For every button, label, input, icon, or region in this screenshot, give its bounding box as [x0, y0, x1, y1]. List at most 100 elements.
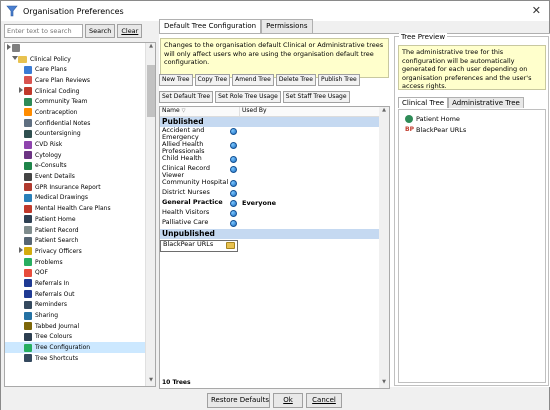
tree-item-label: Tree Shortcuts: [35, 354, 79, 362]
tree-item-patient-search[interactable]: Patient Search: [5, 235, 155, 246]
tree-item-label: Privacy Officers: [35, 247, 82, 255]
expand-icon[interactable]: [17, 247, 24, 255]
tree-item-label: Community Team: [35, 98, 88, 106]
journal-icon: [24, 322, 32, 331]
column-header-name[interactable]: Name ▽: [160, 107, 240, 116]
column-header-used-by[interactable]: Used By: [240, 107, 267, 116]
tree-item-confidential-notes[interactable]: Confidential Notes: [5, 118, 155, 129]
used-by: Everyone: [242, 199, 277, 207]
tree-scroll-thumb[interactable]: [147, 65, 155, 117]
tree-item-referrals-in[interactable]: Referrals In: [5, 278, 155, 289]
delete-tree-button[interactable]: Delete Tree: [275, 74, 316, 86]
tree-item-gpr-insurance-report[interactable]: GPR Insurance Report: [5, 182, 155, 193]
new-tree-button[interactable]: New Tree: [159, 74, 193, 86]
tab-default-tree-configuration[interactable]: Default Tree Configuration: [159, 19, 262, 33]
tree-item-community-team[interactable]: Community Team: [5, 96, 155, 107]
grid-header: Name ▽ Used By: [160, 107, 389, 117]
tree-item-label: CVD Risk: [35, 141, 63, 149]
tree-item-cvd-risk[interactable]: CVD Risk: [5, 139, 155, 150]
tree-item-care-plans[interactable]: Care Plans: [5, 64, 155, 75]
tree-item-label: Cytology: [35, 151, 62, 159]
table-row[interactable]: BlackPear URLs: [160, 240, 238, 252]
tree-item-contraception[interactable]: Contraception: [5, 107, 155, 118]
tree-grid[interactable]: Name ▽ Used By Published Accident and Eme…: [159, 106, 390, 389]
tree-item-care-plan-reviews[interactable]: Care Plan Reviews: [5, 75, 155, 86]
scroll-up-icon[interactable]: ▲: [379, 107, 389, 116]
search-button[interactable]: Search: [85, 24, 116, 38]
tree-preview-group: Tree Preview The administrative tree for…: [394, 33, 549, 386]
tab-clinical-tree[interactable]: Clinical Tree: [398, 97, 449, 108]
tree-item-medical-drawings[interactable]: Medical Drawings: [5, 193, 155, 204]
folder-edit-icon: [225, 241, 235, 251]
tree-item-e-consults[interactable]: e-Consults: [5, 161, 155, 172]
tree-item-tree-colours[interactable]: Tree Colours: [5, 332, 155, 343]
qof-icon: [24, 268, 32, 277]
tab-administrative-tree[interactable]: Administrative Tree: [448, 97, 524, 108]
cancel-button[interactable]: Cancel: [306, 393, 342, 408]
tab-permissions[interactable]: Permissions: [261, 19, 313, 33]
tree-item-referrals-out[interactable]: Referrals Out: [5, 289, 155, 300]
scroll-down-icon[interactable]: ▼: [146, 377, 155, 386]
tree-config-icon: [24, 343, 32, 352]
grid-scrollbar[interactable]: ▲ ▼: [379, 107, 389, 388]
globe-icon: [230, 189, 240, 199]
tree-count: 10 Trees: [162, 379, 191, 386]
table-row[interactable]: Accident and Emergency: [160, 127, 389, 141]
used-by: [240, 155, 242, 165]
search-input[interactable]: [4, 24, 83, 38]
preferences-tree[interactable]: Clinical Policy Care Plans Care Plan Revie…: [4, 42, 156, 387]
heart-icon: [24, 140, 32, 149]
preview-item-blackpear-urls[interactable]: BP BlackPear URLs: [405, 124, 539, 135]
tree-item-qof[interactable]: QOF: [5, 267, 155, 278]
tree-item-tabbed-journal[interactable]: Tabbed Journal: [5, 321, 155, 332]
tree-item-clinical-policy[interactable]: Clinical Policy: [5, 54, 155, 65]
shortcut-icon: [24, 354, 32, 363]
table-row[interactable]: Clinical Record Viewer: [160, 165, 389, 179]
copy-tree-button[interactable]: Copy Tree: [194, 74, 231, 86]
tree-item-label: Event Details: [35, 173, 75, 181]
ok-button[interactable]: Ok: [273, 393, 303, 408]
scroll-up-icon[interactable]: ▲: [146, 43, 155, 52]
publish-tree-button[interactable]: Publish Tree: [317, 74, 360, 86]
tree-item-root[interactable]: [5, 43, 155, 54]
tree-item-patient-record[interactable]: Patient Record: [5, 225, 155, 236]
expand-icon[interactable]: [17, 87, 24, 95]
tree-item-tree-configuration[interactable]: Tree Configuration: [5, 342, 155, 353]
tree-name: Accident and Emergency: [162, 126, 205, 141]
tree-item-clinical-coding[interactable]: Clinical Coding: [5, 86, 155, 97]
restore-defaults-button[interactable]: Restore Defaults: [207, 393, 270, 408]
preview-item-patient-home[interactable]: Patient Home: [405, 113, 539, 124]
tree-item-label: Medical Drawings: [35, 194, 88, 202]
tree-item-countersigning[interactable]: Countersigning: [5, 129, 155, 140]
tree-item-sharing[interactable]: Sharing: [5, 310, 155, 321]
collapse-icon[interactable]: [11, 56, 18, 62]
set-role-tree-usage-button[interactable]: Set Role Tree Usage: [215, 91, 281, 103]
used-by: [240, 165, 242, 179]
set-default-tree-button[interactable]: Set Default Tree: [159, 91, 214, 103]
tree-item-event-details[interactable]: Event Details: [5, 171, 155, 182]
preview-tree[interactable]: Patient Home BP BlackPear URLs: [398, 109, 546, 383]
tree-item-patient-home[interactable]: Patient Home: [5, 214, 155, 225]
scroll-down-icon[interactable]: ▼: [379, 379, 389, 388]
tree-item-reminders[interactable]: Reminders: [5, 300, 155, 311]
used-by: [240, 189, 242, 199]
search-icon: [24, 236, 32, 245]
tree-item-privacy-officers[interactable]: Privacy Officers: [5, 246, 155, 257]
globe-icon: [230, 199, 240, 209]
table-row[interactable]: Palliative Care: [160, 219, 389, 229]
amend-tree-button[interactable]: Amend Tree: [232, 74, 274, 86]
clear-button[interactable]: Clear: [117, 24, 143, 38]
expand-icon[interactable]: [5, 44, 12, 52]
tree-item-cytology[interactable]: Cytology: [5, 150, 155, 161]
tree-scrollbar[interactable]: ▲ ▼: [145, 43, 155, 386]
tree-item-problems[interactable]: Problems: [5, 257, 155, 268]
main-panel: Changes to the organisation default Clin…: [159, 33, 550, 389]
close-icon[interactable]: ✕: [532, 4, 541, 17]
globe-icon: [230, 179, 240, 189]
tree-item-mental-health-care-plans[interactable]: Mental Health Care Plans: [5, 203, 155, 214]
used-by: [240, 209, 242, 219]
title-bar: Organisation Preferences ✕: [1, 1, 549, 21]
set-staff-tree-usage-button[interactable]: Set Staff Tree Usage: [282, 91, 350, 103]
table-row[interactable]: Allied Health Professionals: [160, 141, 389, 155]
tree-item-tree-shortcuts[interactable]: Tree Shortcuts: [5, 353, 155, 364]
